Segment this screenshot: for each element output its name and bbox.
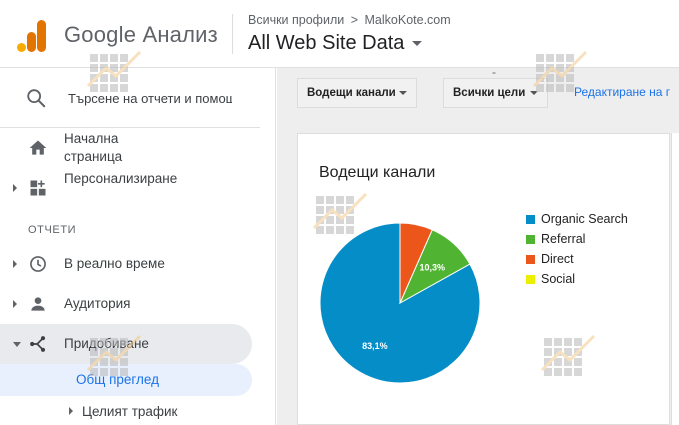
sidebar-item-audience[interactable]: Аудитория bbox=[0, 292, 252, 316]
legend-swatch bbox=[526, 254, 535, 264]
caret-down-icon bbox=[399, 91, 407, 95]
legend-label: Social bbox=[541, 272, 576, 286]
sidebar-item-realtime[interactable]: В реално време bbox=[0, 252, 252, 276]
legend-item[interactable]: Referral bbox=[526, 229, 628, 249]
legend-label: Direct bbox=[541, 252, 574, 266]
dropdown-label: Всички цели bbox=[453, 87, 526, 99]
breadcrumb-all-profiles[interactable]: Всички профили bbox=[248, 13, 344, 27]
legend-label: Referral bbox=[541, 232, 586, 246]
legend-item[interactable]: Social bbox=[526, 269, 628, 289]
channels-chart-card: Водещи канали 83,1% 10,3% Organic Search R… bbox=[297, 133, 670, 425]
section-reports-label: ОТЧЕТИ bbox=[28, 224, 77, 236]
sidebar-item-label: В реално време bbox=[64, 256, 165, 271]
chart-title: Водещи канали bbox=[319, 164, 436, 181]
analytics-logo-icon[interactable] bbox=[17, 20, 47, 52]
clock-icon bbox=[30, 256, 46, 272]
acquisition-icon bbox=[30, 336, 46, 352]
property-selector[interactable]: All Web Site Data bbox=[248, 32, 423, 55]
watermark-logo-icon bbox=[86, 50, 142, 92]
app-name[interactable]: Google Анализ bbox=[64, 22, 218, 48]
chart-legend: Organic Search Referral Direct Social bbox=[526, 209, 628, 289]
stray-mark: - bbox=[492, 65, 496, 79]
expand-arrow-icon bbox=[69, 407, 73, 415]
breadcrumb-separator: > bbox=[350, 13, 359, 27]
expand-arrow-icon bbox=[13, 300, 17, 308]
pie-data-label: 10,3% bbox=[420, 262, 446, 272]
next-card-edge bbox=[671, 133, 679, 425]
property-name: All Web Site Data bbox=[248, 32, 405, 54]
sidebar-item-label: Аудитория bbox=[64, 296, 131, 311]
legend-swatch bbox=[526, 274, 535, 284]
sidebar-item-label: Начална страница bbox=[64, 131, 123, 164]
breadcrumb[interactable]: Всички профили > MalkoKote.com bbox=[248, 13, 451, 27]
legend-label: Organic Search bbox=[541, 212, 628, 226]
sidebar-item-customization[interactable]: Персонализиране bbox=[0, 170, 252, 210]
pie-chart: 83,1% 10,3% bbox=[319, 222, 481, 384]
watermark-logo-icon bbox=[312, 192, 368, 234]
pie-data-label: 83,1% bbox=[362, 341, 388, 351]
search-icon[interactable] bbox=[25, 87, 47, 109]
person-icon bbox=[31, 297, 45, 311]
header-divider bbox=[232, 14, 233, 54]
legend-swatch bbox=[526, 214, 535, 224]
sidebar-item-all-traffic[interactable]: Целият трафик bbox=[82, 404, 177, 419]
breadcrumb-account[interactable]: MalkoKote.com bbox=[365, 13, 451, 27]
legend-item[interactable]: Direct bbox=[526, 249, 628, 269]
home-icon bbox=[29, 140, 47, 155]
watermark-logo-icon bbox=[540, 334, 596, 376]
caret-down-icon bbox=[412, 41, 423, 46]
channels-dropdown[interactable]: Водещи канали bbox=[297, 78, 417, 108]
main-content: - Водещи канали Всички цели Редактиране … bbox=[277, 65, 679, 425]
edit-link[interactable]: Редактиране на г bbox=[574, 85, 670, 99]
collapse-arrow-icon bbox=[13, 342, 21, 347]
sidebar-item-home[interactable]: Начална страница bbox=[0, 130, 252, 170]
expand-arrow-icon bbox=[13, 260, 17, 268]
expand-arrow-icon bbox=[13, 184, 17, 192]
legend-swatch bbox=[526, 234, 535, 244]
watermark-logo-icon bbox=[86, 334, 142, 376]
legend-item[interactable]: Organic Search bbox=[526, 209, 628, 229]
watermark-logo-icon bbox=[532, 50, 588, 92]
sidebar-item-label: Персонализиране bbox=[64, 171, 178, 186]
dropdown-label: Водещи канали bbox=[307, 87, 396, 99]
dashboard-icon bbox=[30, 180, 46, 196]
